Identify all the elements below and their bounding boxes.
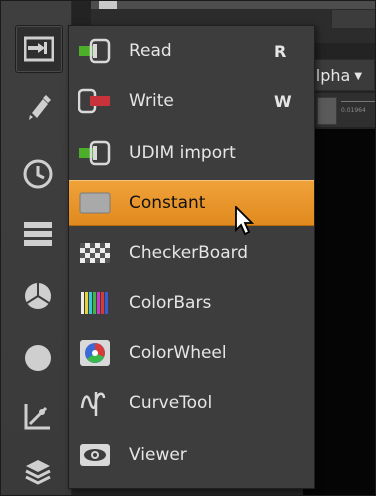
menu-item-colorwheel[interactable]: ColorWheel: [69, 330, 314, 376]
channel-tool-icon: [24, 222, 52, 246]
menu-item-checkerboard[interactable]: CheckerBoard: [69, 230, 314, 276]
filter-tool-icon: [25, 345, 51, 371]
merge-tool-button[interactable]: [15, 449, 61, 495]
menu-item-shortcut: R: [274, 41, 287, 61]
viewer-icon: [77, 441, 113, 469]
time-tool-icon: [23, 159, 53, 189]
menu-item-udim-import[interactable]: UDIM import: [69, 130, 314, 176]
color-tool-icon: [25, 283, 51, 309]
merge-tool-icon: [25, 460, 51, 485]
write-icon: [77, 87, 113, 115]
menu-item-label: Read: [129, 41, 172, 61]
keyer-tool-button[interactable]: [15, 393, 61, 439]
paint-tool-button[interactable]: [15, 85, 61, 131]
menu-item-shortcut: W: [274, 91, 292, 111]
menu-item-label: CurveTool: [129, 393, 213, 413]
constant-icon: [77, 189, 113, 217]
mouse-cursor-icon: [235, 206, 255, 236]
keyer-tool-icon: [24, 404, 50, 430]
menu-item-curvetool[interactable]: CurveTool: [69, 380, 314, 426]
chevron-down-icon: ▼: [354, 71, 363, 82]
paint-tool-icon: [29, 95, 51, 120]
viewer-ruler: 0.01964: [341, 101, 375, 120]
image-tool-icon: [24, 36, 54, 62]
viewer-control-box[interactable]: [331, 9, 375, 29]
menu-item-write[interactable]: Write W: [69, 78, 314, 124]
app-window: alpha ▼ 0.01964 Read R Write W UDIM impo…: [0, 0, 376, 496]
image-nodes-menu: Read R Write W UDIM import Constant Chec…: [68, 25, 315, 489]
menu-item-colorbars[interactable]: ColorBars: [69, 280, 314, 326]
menu-item-label: CheckerBoard: [129, 243, 249, 263]
ruler-value: 0.01964: [341, 107, 366, 114]
menu-item-viewer[interactable]: Viewer: [69, 432, 314, 478]
time-tool-button[interactable]: [15, 151, 61, 197]
nodes-toolbar: [1, 1, 72, 495]
checkerboard-icon: [77, 239, 113, 267]
menu-item-constant[interactable]: Constant: [69, 180, 314, 226]
filter-tool-button[interactable]: [15, 335, 61, 381]
menu-item-label: Viewer: [129, 445, 187, 465]
menu-item-label: UDIM import: [129, 143, 236, 163]
tab-strip: [91, 1, 375, 9]
udim-import-icon: [77, 139, 113, 167]
menu-item-label: ColorBars: [129, 293, 212, 313]
colorbars-icon: [77, 289, 113, 317]
colorwheel-icon: [77, 339, 113, 367]
tab-handle[interactable]: [99, 1, 117, 9]
color-tool-button[interactable]: [15, 273, 61, 319]
menu-item-label: Write: [129, 91, 174, 111]
curvetool-icon: [77, 389, 113, 417]
menu-item-read[interactable]: Read R: [69, 28, 314, 74]
channel-tool-button[interactable]: [15, 211, 61, 257]
read-icon: [77, 37, 113, 65]
menu-item-label: ColorWheel: [129, 343, 227, 363]
viewer-ruler-button[interactable]: [317, 97, 337, 125]
image-tool-button[interactable]: [15, 25, 63, 73]
